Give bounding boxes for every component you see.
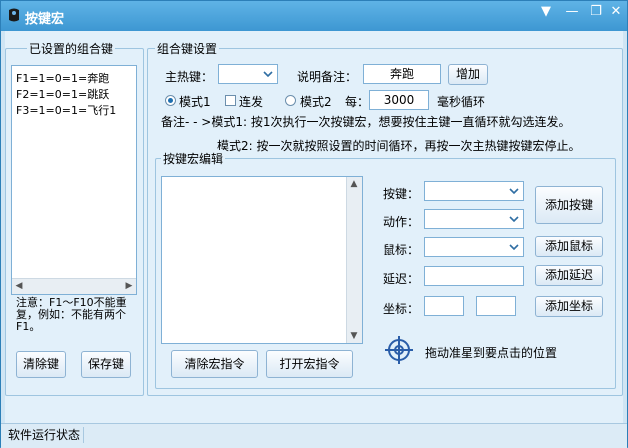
scroll-left-icon[interactable]: ◀ — [12, 279, 26, 293]
app-icon — [9, 8, 19, 22]
repeat-label[interactable]: 连发 — [239, 93, 263, 110]
action-label: 动作： — [383, 215, 420, 229]
interval-input[interactable]: 3000 — [369, 90, 429, 110]
mode2-radio[interactable] — [285, 95, 296, 106]
add-key-button[interactable]: 添加按键 — [535, 186, 603, 224]
restore-button[interactable]: ❐ — [585, 3, 607, 21]
action-select[interactable] — [424, 209, 524, 229]
mode1-radio[interactable] — [165, 95, 176, 106]
mouse-label: 鼠标： — [383, 243, 420, 257]
mouse-select[interactable] — [424, 237, 524, 257]
chevron-down-icon — [509, 244, 519, 251]
coord-label: 坐标： — [383, 302, 420, 316]
scroll-down-icon[interactable]: ▼ — [347, 329, 361, 343]
delay-label: 延迟： — [383, 272, 420, 286]
mode-remark-line1: 备注- - >模式1: 按1次执行一次按键宏，想要按住主键一直循环就勾选连发。 — [161, 115, 571, 129]
remark-input[interactable]: 奔跑 — [363, 64, 441, 84]
close-button[interactable]: ✕ — [605, 3, 627, 21]
list-item[interactable]: F1=1=0=1=奔跑 — [16, 70, 109, 86]
skin-icon[interactable]: ▼ — [535, 3, 557, 21]
list-horizontal-scrollbar[interactable]: ◀ ▶ — [12, 278, 136, 294]
list-item[interactable]: F3=1=0=1=飞行1 — [16, 102, 116, 118]
clear-macro-button[interactable]: 清除宏指令 — [171, 350, 258, 378]
client-area: 已设置的组合键 F1=1=0=1=奔跑 F2=1=0=1=跳跃 F3=1=0=1… — [5, 31, 623, 423]
repeat-checkbox[interactable] — [225, 95, 236, 106]
add-combo-button[interactable]: 增加 — [448, 64, 488, 85]
status-text: 软件运行状态 — [5, 427, 85, 443]
coord-x-input[interactable] — [424, 296, 464, 316]
scroll-right-icon[interactable]: ▶ — [122, 279, 136, 293]
add-mouse-button[interactable]: 添加鼠标 — [535, 236, 603, 257]
interval-label: 每： — [345, 95, 370, 109]
add-coord-button[interactable]: 添加坐标 — [535, 296, 603, 317]
chevron-down-icon — [263, 71, 273, 78]
remark-label: 说明备注： — [297, 70, 358, 84]
mode1-label[interactable]: 模式1 — [179, 93, 211, 110]
drag-crosshair-hint: 拖动准星到要点击的位置 — [425, 346, 558, 360]
scroll-up-icon[interactable]: ▲ — [347, 177, 361, 191]
macro-list-vertical-scrollbar[interactable]: ▲ ▼ — [346, 177, 362, 343]
chevron-down-icon — [509, 216, 519, 223]
configured-keys-title: 已设置的组合键 — [27, 40, 116, 57]
interval-unit-label: 毫秒循环 — [437, 95, 486, 109]
hotkey-select[interactable] — [218, 64, 278, 84]
combo-settings-title: 组合键设置 — [155, 40, 220, 57]
left-note: 注意：F1～F10不能重复，例如：不能有两个F1。 — [16, 296, 127, 333]
mode-remark-line2: 模式2: 按一次就按照设置的时间循环，再按一次主热键按键宏停止。 — [217, 139, 581, 153]
clear-keys-button[interactable]: 清除键 — [16, 351, 66, 378]
minimize-button[interactable]: — — [561, 3, 583, 21]
app-window: 按键宏 ▼ — ❐ ✕ 已设置的组合键 F1=1=0=1=奔跑 F2=1=0=1… — [0, 0, 628, 448]
crosshair-icon[interactable] — [384, 335, 414, 365]
key-select[interactable] — [424, 181, 524, 201]
key-label: 按键： — [383, 187, 420, 201]
status-bar: 软件运行状态 — [1, 423, 627, 448]
configured-keys-list[interactable]: F1=1=0=1=奔跑 F2=1=0=1=跳跃 F3=1=0=1=飞行1 ◀ ▶ — [11, 65, 137, 295]
macro-editor-title: 按键宏编辑 — [161, 150, 226, 167]
list-item[interactable]: F2=1=0=1=跳跃 — [16, 86, 109, 102]
macro-command-list[interactable]: ▲ ▼ — [161, 176, 363, 344]
hotkey-label: 主热键： — [165, 70, 214, 84]
window-title: 按键宏 — [25, 12, 65, 27]
delay-input[interactable] — [424, 266, 524, 286]
chevron-down-icon — [509, 188, 519, 195]
mode2-label[interactable]: 模式2 — [300, 93, 332, 110]
title-bar[interactable]: 按键宏 ▼ — ❐ ✕ — [1, 1, 627, 31]
coord-y-input[interactable] — [476, 296, 516, 316]
open-macro-button[interactable]: 打开宏指令 — [266, 350, 353, 378]
add-delay-button[interactable]: 添加延迟 — [535, 265, 603, 286]
save-keys-button[interactable]: 保存键 — [81, 351, 131, 378]
